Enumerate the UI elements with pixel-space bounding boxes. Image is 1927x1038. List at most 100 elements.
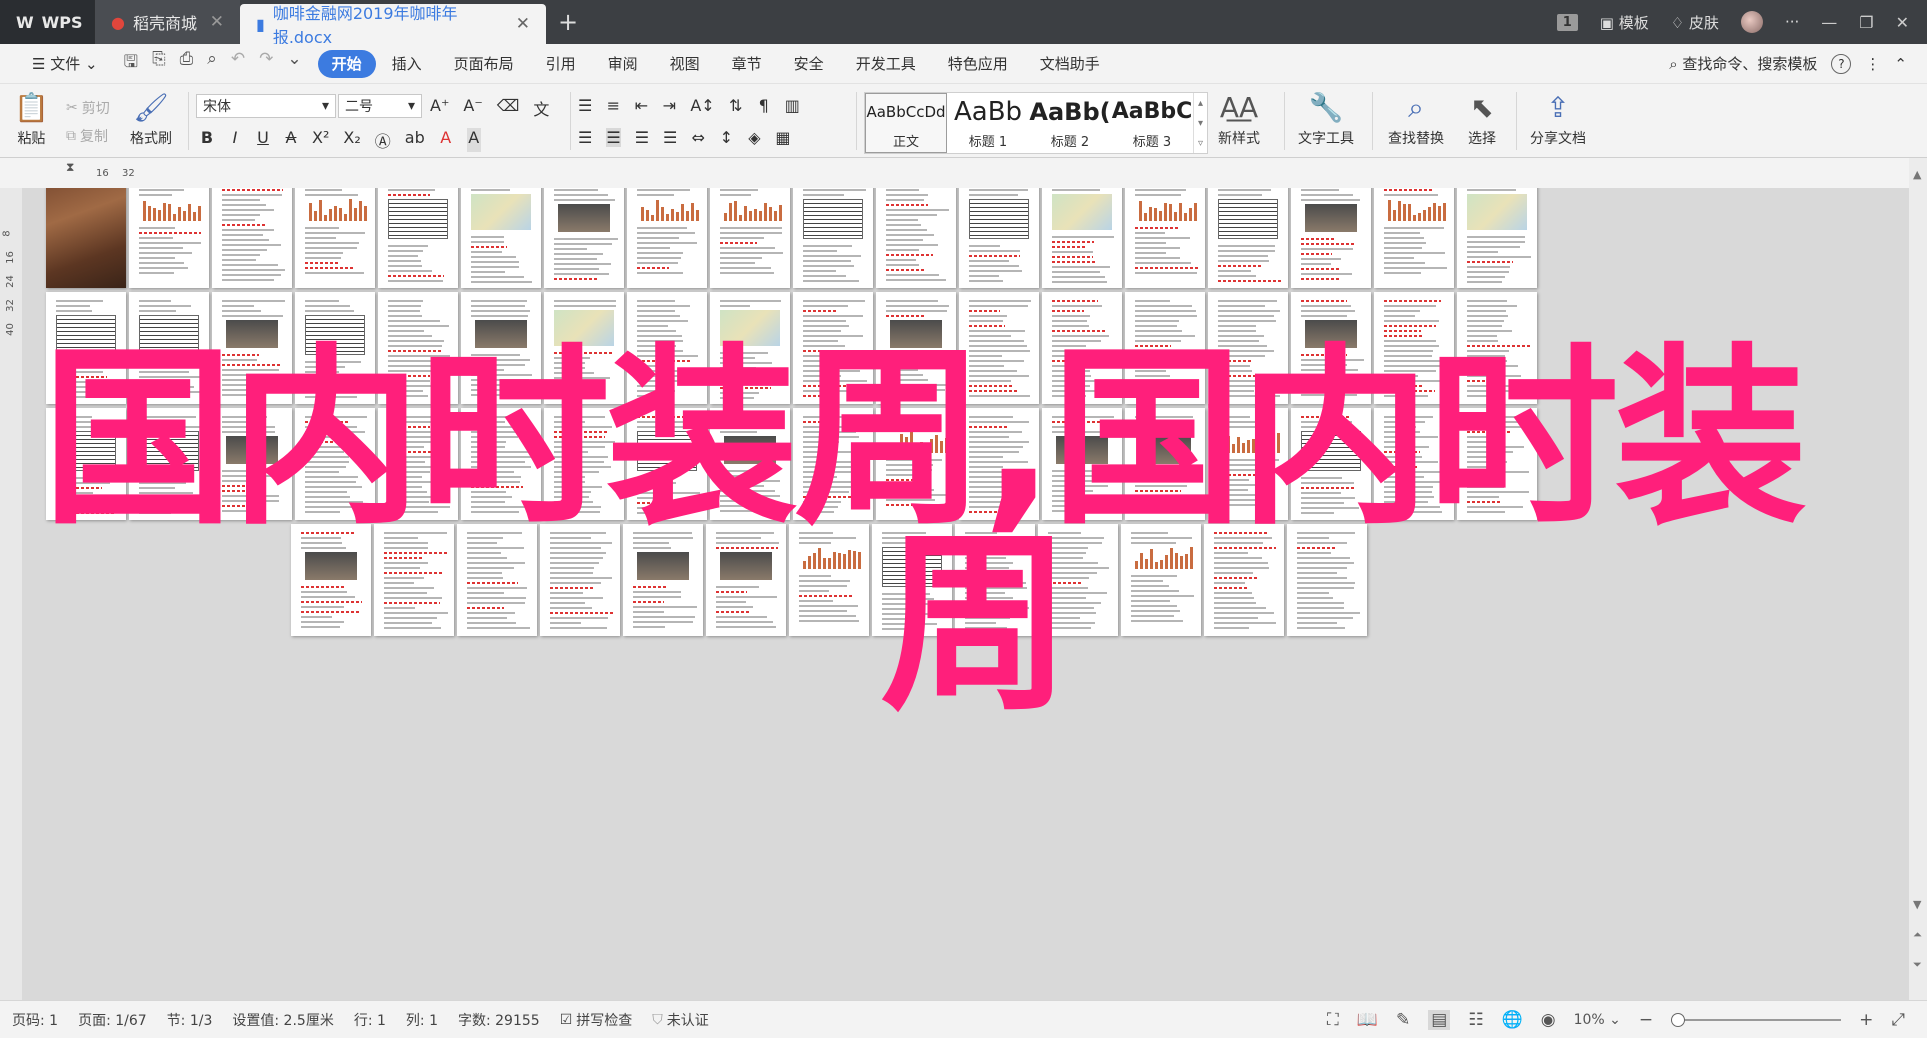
format-painter-button[interactable]: 🖌 格式刷 <box>130 92 172 148</box>
tab-document[interactable]: ▮ 咖啡金融网2019年咖啡年报.docx ✕ <box>240 4 546 47</box>
font-size-select[interactable]: 二号 ▾ <box>338 94 422 118</box>
tab-wps-home[interactable]: W WPS <box>0 0 94 44</box>
page-thumbnail[interactable] <box>1042 188 1122 288</box>
status-col[interactable]: 列: 1 <box>406 1010 438 1030</box>
zoom-slider[interactable] <box>1671 1012 1842 1027</box>
undo-icon[interactable]: ↶ <box>231 49 245 78</box>
zoom-in-icon[interactable]: + <box>1859 1010 1873 1030</box>
select-button[interactable]: ⬉ 选择 <box>1468 92 1496 148</box>
fit-window-icon[interactable]: ⤢ <box>1891 1010 1905 1030</box>
window-count-badge[interactable]: 1 <box>1556 13 1578 31</box>
menu-tab-developer[interactable]: 开发工具 <box>840 50 932 78</box>
page-thumbnail[interactable] <box>378 188 458 288</box>
writing-mode-icon[interactable]: ✎ <box>1396 1010 1410 1030</box>
find-replace-button[interactable]: ⌕ 查找替换 <box>1388 92 1444 148</box>
horizontal-ruler[interactable]: ⧗ 16 32 <box>0 158 1927 188</box>
page-thumbnail[interactable] <box>46 188 126 288</box>
shrink-font-icon[interactable]: A⁻ <box>463 96 482 120</box>
page-thumbnail[interactable] <box>212 188 292 288</box>
subscript-icon[interactable]: X₂ <box>343 128 360 152</box>
command-search[interactable]: ⌕ 查找命令、搜索模板 <box>1669 53 1817 74</box>
status-setting[interactable]: 设置值: 2.5厘米 <box>232 1010 333 1030</box>
highlight-icon[interactable]: ab <box>405 128 425 152</box>
close-icon[interactable]: ✕ <box>210 12 224 32</box>
underline-icon[interactable]: U <box>256 128 270 152</box>
sort-icon[interactable]: ⇅ <box>729 96 743 115</box>
certification-status[interactable]: ⛉ 未认证 <box>652 1010 709 1030</box>
status-row[interactable]: 行: 1 <box>354 1010 386 1030</box>
text-tools-button[interactable]: 🔧 文字工具 <box>1298 92 1354 148</box>
close-icon[interactable]: ✕ <box>516 14 530 34</box>
justify-icon[interactable]: ☰ <box>663 128 677 147</box>
eye-protection-icon[interactable]: ◉ <box>1541 1010 1556 1030</box>
reading-mode-icon[interactable]: 📖 <box>1357 1010 1378 1030</box>
menu-tab-page-layout[interactable]: 页面布局 <box>438 50 530 78</box>
style-heading-3[interactable]: AaBbC 标题 3 <box>1111 93 1193 153</box>
menu-tab-review[interactable]: 审阅 <box>592 50 654 78</box>
page-thumbnail[interactable] <box>1208 188 1288 288</box>
page-thumbnail[interactable] <box>1291 188 1371 288</box>
new-style-button[interactable]: A͟A 新样式 <box>1218 92 1260 148</box>
print-icon[interactable]: ⎙ <box>180 49 194 78</box>
page-thumbnail[interactable] <box>1457 188 1537 288</box>
status-page[interactable]: 页面: 1/67 <box>78 1010 147 1030</box>
page-thumbnail[interactable] <box>876 188 956 288</box>
menu-tab-special-apps[interactable]: 特色应用 <box>932 50 1024 78</box>
superscript-icon[interactable]: X² <box>312 128 329 152</box>
new-tab-button[interactable]: + <box>546 0 590 44</box>
page-thumbnail[interactable] <box>1374 188 1454 288</box>
restore-icon[interactable]: ❐ <box>1859 13 1873 32</box>
web-view-icon[interactable]: 🌐 <box>1502 1010 1523 1030</box>
redo-icon[interactable]: ↷ <box>259 49 273 78</box>
menu-tab-home[interactable]: 开始 <box>317 49 376 78</box>
more-icon[interactable]: ··· <box>1785 13 1799 31</box>
columns-icon[interactable]: ▥ <box>785 96 800 115</box>
menu-tab-insert[interactable]: 插入 <box>376 50 438 78</box>
skins-button[interactable]: ♢ 皮肤 <box>1671 12 1719 33</box>
next-page-icon[interactable]: ⏷ <box>1913 958 1922 972</box>
indent-marker-icon[interactable]: ⧗ <box>66 160 74 175</box>
clear-format-icon[interactable]: ⌫ <box>497 96 520 120</box>
paste-button[interactable]: 📋 粘贴 <box>14 92 49 148</box>
page-thumbnail[interactable] <box>793 188 873 288</box>
style-heading-2[interactable]: AaBb( 标题 2 <box>1029 93 1111 153</box>
copy-button[interactable]: ⧉ 复制 <box>66 126 108 146</box>
page-view-icon[interactable]: ▤ <box>1428 1009 1451 1030</box>
fullscreen-icon[interactable]: ⛶ <box>1327 1010 1339 1030</box>
page-thumbnail[interactable] <box>627 188 707 288</box>
minimize-icon[interactable]: — <box>1821 13 1837 32</box>
align-right-icon[interactable]: ☰ <box>635 128 649 147</box>
vertical-scrollbar[interactable]: ▲ ▼ ⏶ ⏷ <box>1909 158 1927 1000</box>
phonetic-icon[interactable]: 文 <box>533 96 549 120</box>
char-shading-icon[interactable]: A <box>466 128 481 152</box>
text-effect-icon[interactable]: Ⓐ <box>375 128 391 152</box>
decrease-indent-icon[interactable]: ⇤ <box>634 96 648 115</box>
distributed-icon[interactable]: ⇔ <box>691 128 705 147</box>
page-thumbnail[interactable] <box>959 188 1039 288</box>
share-doc-button[interactable]: ⇪ 分享文档 <box>1530 92 1586 148</box>
outline-view-icon[interactable]: ☷ <box>1468 1010 1483 1030</box>
spell-check-button[interactable]: ☑ 拼写检查 <box>560 1010 633 1030</box>
status-section[interactable]: 节: 1/3 <box>167 1010 213 1030</box>
style-heading-1[interactable]: AaBb 标题 1 <box>947 93 1029 153</box>
templates-button[interactable]: ▣ 模板 <box>1600 12 1649 33</box>
show-marks-icon[interactable]: ¶ <box>757 96 771 115</box>
menu-tab-doc-assistant[interactable]: 文档助手 <box>1024 50 1116 78</box>
align-left-icon[interactable]: ☰ <box>578 128 592 147</box>
scroll-down-icon[interactable]: ▼ <box>1913 898 1921 911</box>
line-spacing-icon[interactable]: ↕ <box>719 128 733 147</box>
shading-icon[interactable]: ◈ <box>747 128 761 147</box>
chevron-down-icon[interactable]: ⌄ <box>287 49 301 78</box>
page-thumbnail[interactable] <box>1125 188 1205 288</box>
save-icon[interactable]: 🖫 <box>124 49 138 78</box>
font-color-icon[interactable]: A <box>439 128 453 152</box>
page-thumbnail[interactable] <box>129 188 209 288</box>
italic-icon[interactable]: I <box>228 128 242 152</box>
export-pdf-icon[interactable]: ⎘ <box>152 49 166 78</box>
text-direction-icon[interactable]: A↕ <box>690 96 714 115</box>
zoom-level[interactable]: 10% ⌄ <box>1574 1012 1621 1028</box>
vertical-ruler[interactable]: 8 16 24 32 40 <box>0 188 22 1000</box>
numbering-icon[interactable]: ≡ <box>606 96 620 115</box>
align-center-icon[interactable]: ☰ <box>606 128 621 147</box>
prev-page-icon[interactable]: ⏶ <box>1913 928 1922 942</box>
